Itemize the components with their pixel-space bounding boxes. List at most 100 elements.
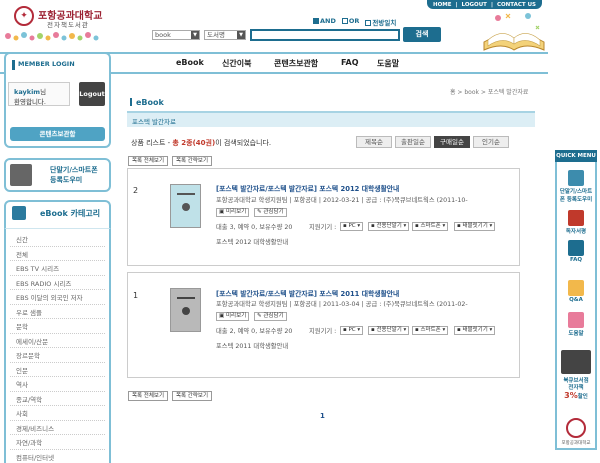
pagination-current[interactable]: 1 — [320, 412, 325, 420]
category-item[interactable]: 전체 — [16, 249, 28, 259]
category-select[interactable]: book ▼ — [152, 30, 200, 40]
content-locker-button[interactable]: 콘텐츠보관함 — [10, 127, 105, 141]
category-item[interactable]: 장르문학 — [16, 350, 40, 360]
prefix-checkbox-icon[interactable] — [365, 20, 372, 26]
wishlist-button[interactable]: ✎ 관심담기 — [254, 312, 287, 321]
sort-popular-button[interactable]: 인기순 — [473, 136, 509, 148]
field-select[interactable]: 도서명 ▼ — [204, 30, 246, 40]
category-item[interactable]: 에세이/산문 — [16, 336, 48, 346]
category-divider — [10, 434, 105, 435]
quick-menu-title: QUICK MENU — [555, 150, 597, 162]
contact-link[interactable]: CONTACT US — [497, 2, 536, 8]
quick-faq[interactable]: FAQ — [558, 240, 594, 263]
member-login-label: MEMBER LOGIN — [18, 60, 75, 68]
category-item[interactable]: 신간 — [16, 234, 28, 244]
nav-faq[interactable]: FAQ — [341, 58, 359, 67]
book-cover[interactable] — [170, 184, 201, 228]
university-emblem-icon[interactable] — [566, 418, 586, 438]
category-item[interactable]: 사회 — [16, 408, 28, 418]
search-button[interactable]: 검색 — [403, 27, 441, 42]
page: HOME | LOGOUT | CONTACT US ✦ 포항공과대학교 전자책… — [0, 0, 600, 463]
category-item[interactable]: 자연/과학 — [16, 437, 42, 447]
device-pc: ▪ PC ▾ — [340, 326, 364, 335]
category-item[interactable]: 경제/비즈니스 — [16, 423, 54, 433]
device-tablet: ▪ 태블릿기기 ▾ — [454, 222, 496, 231]
logout-button[interactable]: Logout — [79, 82, 105, 106]
section-header: 포스텍 발간자료 — [127, 111, 535, 127]
nav-help[interactable]: 도움말 — [377, 58, 399, 69]
logout-link[interactable]: LOGOUT — [462, 2, 487, 8]
device-reader: ▪ 전용단말기 ▾ — [368, 222, 410, 231]
item-meta: 포항공과대학교 학생지원팀 | 포항공대 | 2012-03-21 | 공급 :… — [216, 197, 468, 204]
book-cover[interactable] — [170, 288, 201, 332]
item-stock: 대출 2, 예약 0, 보유수량 20 — [216, 328, 293, 335]
reader-registration-text[interactable]: 단말기/스마트폰 등록도우미 — [50, 165, 98, 185]
home-link[interactable]: HOME — [433, 2, 452, 8]
page-title: eBook — [130, 98, 164, 107]
faq-icon — [568, 240, 584, 256]
device-icon — [568, 170, 584, 186]
category-divider — [10, 274, 105, 276]
university-emblem-icon[interactable]: ✦ — [14, 6, 34, 26]
quick-help[interactable]: 도움말 — [558, 312, 594, 337]
category-item[interactable]: 역사 — [16, 379, 28, 389]
item-number: 2 — [133, 186, 139, 195]
list-collapse-button[interactable]: 목록 간략보기 — [172, 156, 212, 166]
category-item[interactable]: EBS 이달의 외국인 저자 — [16, 292, 83, 302]
category-divider — [10, 361, 105, 363]
category-divider — [10, 448, 105, 450]
and-option[interactable]: AND — [313, 17, 336, 27]
wishlist-button[interactable]: ✎ 관심담기 — [254, 208, 287, 217]
ebook-reader-icon — [561, 350, 591, 374]
quick-qna[interactable]: Q&A — [558, 280, 594, 303]
category-title: eBook 카테고리 — [40, 209, 101, 218]
or-checkbox-icon[interactable] — [341, 18, 348, 24]
category-item[interactable]: 종교/역학 — [16, 394, 42, 404]
quick-sale-banner[interactable]: 북큐브서점 전자책 3%할인 — [558, 378, 594, 401]
category-item[interactable]: 인문 — [16, 365, 28, 375]
category-item[interactable]: EBS RADIO 시리즈 — [16, 278, 71, 288]
flower-decoration-icon — [5, 32, 99, 41]
breadcrumb: 홈 > book > 포스텍 발간자료 — [450, 89, 529, 96]
nav-new-ebooks[interactable]: 신간이북 — [222, 58, 251, 69]
category-item[interactable]: EBS TV 시리즈 — [16, 263, 59, 273]
site-subtitle: 전자책도서관 — [47, 21, 89, 29]
sort-date-button[interactable]: 출판일순 — [395, 136, 431, 148]
item-title[interactable]: [포스텍 발간자료/포스텍 발간자료] 포스텍 2012 대학생활안내 — [216, 183, 399, 193]
device-reader: ▪ 전용단말기 ▾ — [368, 326, 410, 335]
category-item[interactable]: 컴퓨터/인터넷 — [16, 452, 54, 462]
sort-title-button[interactable]: 제목순 — [356, 136, 392, 148]
or-option[interactable]: OR — [341, 17, 359, 27]
chevron-down-icon: ▼ — [237, 31, 245, 39]
list-expand-button[interactable]: 목록 전체보기 — [128, 391, 168, 401]
devices-label: 지원기기 : — [309, 328, 337, 335]
preview-button[interactable]: ▣ 미리보기 — [216, 312, 250, 321]
book-icon — [12, 206, 26, 220]
category-divider — [10, 260, 105, 261]
welcome-text: 환영합니다. — [14, 98, 46, 106]
nav-content-locker[interactable]: 콘텐츠보관함 — [274, 58, 318, 69]
prefix-option[interactable]: 전방일치 — [365, 17, 396, 27]
category-item[interactable]: 우로 샘플 — [16, 307, 42, 317]
quick-reviews[interactable]: 독자서평 — [558, 210, 594, 235]
quick-device-register[interactable]: 단말기/스마트폰 등록도우미 — [558, 170, 594, 203]
search-options: AND OR 전방일치 — [313, 17, 396, 27]
member-login-tab: MEMBER LOGIN — [4, 52, 111, 74]
preview-button[interactable]: ▣ 미리보기 — [216, 208, 250, 217]
section-title: 포스텍 발간자료 — [132, 118, 176, 126]
review-icon — [568, 210, 584, 226]
login-welcome: kaykim님 환영합니다. — [14, 88, 47, 106]
and-checkbox-icon[interactable] — [313, 18, 319, 24]
list-collapse-button[interactable]: 목록 간략보기 — [172, 391, 212, 401]
list-expand-button[interactable]: 목록 전체보기 — [128, 156, 168, 166]
category-divider — [10, 318, 105, 319]
quick-footer: 포항공과대학교 — [561, 441, 591, 446]
category-divider — [10, 347, 105, 348]
nav-ebook[interactable]: eBook — [176, 58, 204, 67]
category-item[interactable]: 문학 — [16, 321, 28, 331]
search-input[interactable] — [250, 29, 400, 41]
item-title[interactable]: [포스텍 발간자료/포스텍 발간자료] 포스텍 2011 대학생활안내 — [216, 288, 399, 298]
device-tablet: ▪ 태블릿기기 ▾ — [454, 326, 496, 335]
sort-purchase-button[interactable]: 구매일순 — [434, 136, 470, 148]
qna-icon — [568, 280, 584, 296]
